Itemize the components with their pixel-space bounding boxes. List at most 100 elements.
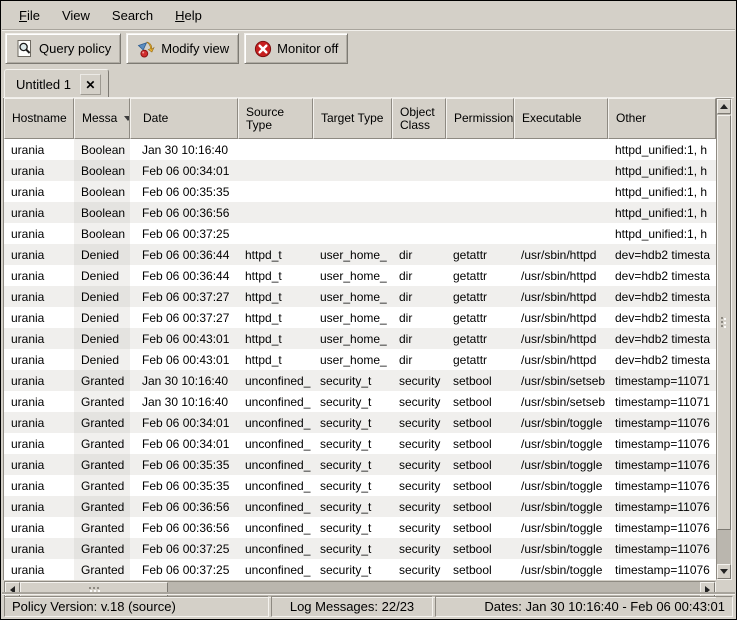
tab-untitled-1[interactable]: Untitled 1 ✕ (4, 69, 109, 100)
table-cell: httpd_unified:1, h (608, 202, 716, 223)
table-cell: /usr/sbin/toggle (514, 475, 608, 496)
menu-help[interactable]: Help (164, 4, 213, 27)
table-cell: Boolean (74, 202, 130, 223)
scroll-up-button[interactable] (717, 99, 731, 114)
column-header-object-class[interactable]: Object Class (392, 98, 446, 139)
column-header-messa[interactable]: Messa (74, 98, 130, 139)
column-header-source-type[interactable]: Source Type (238, 98, 313, 139)
table-cell (446, 202, 514, 223)
table-cell: timestamp=11076 (608, 538, 716, 559)
table-row[interactable]: uraniaGrantedFeb 06 00:35:35unconfined_s… (4, 454, 716, 475)
table-cell: urania (4, 286, 74, 307)
table-cell: Feb 06 00:37:25 (130, 559, 238, 580)
table-row[interactable]: uraniaBooleanFeb 06 00:34:01httpd_unifie… (4, 160, 716, 181)
table-cell: Denied (74, 328, 130, 349)
table-cell (392, 223, 446, 244)
vertical-scrollbar-thumb[interactable] (717, 115, 731, 530)
table-cell: Granted (74, 538, 130, 559)
table-cell: security_t (313, 517, 392, 538)
table-cell: httpd_unified:1, h (608, 223, 716, 244)
table-cell: timestamp=11076 (608, 517, 716, 538)
table-row[interactable]: uraniaGrantedFeb 06 00:36:56unconfined_s… (4, 496, 716, 517)
table-cell: Jan 30 10:16:40 (130, 391, 238, 412)
table-cell: timestamp=11076 (608, 496, 716, 517)
table-cell: security_t (313, 475, 392, 496)
menu-search[interactable]: Search (101, 4, 164, 27)
modify-view-button[interactable]: Modify view (126, 33, 239, 64)
table-cell: dir (392, 307, 446, 328)
table-cell: Granted (74, 370, 130, 391)
monitor-off-icon (254, 40, 272, 58)
table-cell: httpd_t (238, 307, 313, 328)
table-cell: urania (4, 517, 74, 538)
table-cell: security_t (313, 496, 392, 517)
table-row[interactable]: uraniaGrantedFeb 06 00:34:01unconfined_s… (4, 412, 716, 433)
menu-file[interactable]: File (8, 4, 51, 27)
table-cell: Feb 06 00:37:27 (130, 307, 238, 328)
column-header-date[interactable]: Date (130, 98, 238, 139)
grip-dots-icon (721, 317, 727, 328)
table-cell: Granted (74, 496, 130, 517)
table-cell: urania (4, 433, 74, 454)
table-cell: Granted (74, 517, 130, 538)
table-cell: /usr/sbin/toggle (514, 517, 608, 538)
table-row[interactable]: uraniaBooleanFeb 06 00:37:25httpd_unifie… (4, 223, 716, 244)
table-row[interactable]: uraniaGrantedFeb 06 00:34:01unconfined_s… (4, 433, 716, 454)
table-cell: security_t (313, 391, 392, 412)
table-cell: setbool (446, 475, 514, 496)
table-cell: dir (392, 328, 446, 349)
toolbar: Query policy Modify view Monitor off (5, 33, 348, 64)
table-row[interactable]: uraniaGrantedFeb 06 00:36:56unconfined_s… (4, 517, 716, 538)
scroll-down-button[interactable] (717, 564, 731, 579)
table-cell: httpd_t (238, 286, 313, 307)
table-row[interactable]: uraniaBooleanFeb 06 00:35:35httpd_unifie… (4, 181, 716, 202)
table-row[interactable]: uraniaBooleanJan 30 10:16:40httpd_unifie… (4, 139, 716, 160)
table-cell: /usr/sbin/httpd (514, 244, 608, 265)
table-cell: timestamp=11071 (608, 370, 716, 391)
table-cell: urania (4, 559, 74, 580)
table-cell: httpd_t (238, 349, 313, 370)
monitor-off-button[interactable]: Monitor off (244, 33, 348, 64)
table-cell (392, 139, 446, 160)
vertical-scrollbar[interactable] (716, 98, 732, 580)
column-header-executable[interactable]: Executable (514, 98, 608, 139)
monitor-off-label: Monitor off (277, 41, 338, 56)
log-messages-status: Log Messages: 22/23 (271, 596, 433, 617)
column-header-permission[interactable]: Permission (446, 98, 514, 139)
log-table-body: urania Boolean Jan 30 10:16:40 httpd_unifie… (4, 139, 716, 580)
table-row[interactable]: uraniaGrantedFeb 06 00:37:25unconfined_s… (4, 559, 716, 580)
table-row[interactable]: uraniaDeniedFeb 06 00:43:01httpd_tuser_h… (4, 328, 716, 349)
table-cell: getattr (446, 328, 514, 349)
menu-view[interactable]: View (51, 4, 101, 27)
table-cell: security (392, 412, 446, 433)
table-cell: user_home_ (313, 349, 392, 370)
table-row[interactable]: uraniaBooleanFeb 06 00:36:56httpd_unifie… (4, 202, 716, 223)
table-row[interactable]: uraniaDeniedFeb 06 00:36:44httpd_tuser_h… (4, 244, 716, 265)
column-header-target-type[interactable]: Target Type (313, 98, 392, 139)
column-header-label: Hostname (12, 112, 67, 125)
table-cell: /usr/sbin/setseb (514, 370, 608, 391)
table-cell: Jan 30 10:16:40 (130, 370, 238, 391)
table-row[interactable]: uraniaDeniedFeb 06 00:43:01httpd_tuser_h… (4, 349, 716, 370)
table-row[interactable]: uraniaDeniedFeb 06 00:37:27httpd_tuser_h… (4, 286, 716, 307)
table-cell: security_t (313, 559, 392, 580)
column-header-label: Messa (82, 112, 117, 125)
table-cell: /usr/sbin/toggle (514, 559, 608, 580)
table-row[interactable]: uraniaGrantedJan 30 10:16:40unconfined_s… (4, 370, 716, 391)
table-cell: unconfined_ (238, 538, 313, 559)
table-cell: Denied (74, 349, 130, 370)
table-row[interactable]: uraniaDeniedFeb 06 00:37:27httpd_tuser_h… (4, 307, 716, 328)
column-header-other[interactable]: Other (608, 98, 716, 139)
table-row[interactable]: uraniaGrantedJan 30 10:16:40unconfined_s… (4, 391, 716, 412)
tab-close-button[interactable]: ✕ (80, 74, 101, 95)
table-cell: Feb 06 00:43:01 (130, 349, 238, 370)
table-row[interactable]: uraniaGrantedFeb 06 00:35:35unconfined_s… (4, 475, 716, 496)
table-cell: security (392, 496, 446, 517)
query-policy-button[interactable]: Query policy (5, 33, 121, 64)
table-row[interactable]: uraniaDeniedFeb 06 00:36:44httpd_tuser_h… (4, 265, 716, 286)
table-cell: Feb 06 00:34:01 (130, 160, 238, 181)
table-row[interactable]: uraniaGrantedFeb 06 00:37:25unconfined_s… (4, 538, 716, 559)
table-cell: timestamp=11076 (608, 559, 716, 580)
status-bar: Policy Version: v.18 (source) Log Messag… (2, 594, 735, 618)
column-header-hostname[interactable]: Hostname (4, 98, 74, 139)
